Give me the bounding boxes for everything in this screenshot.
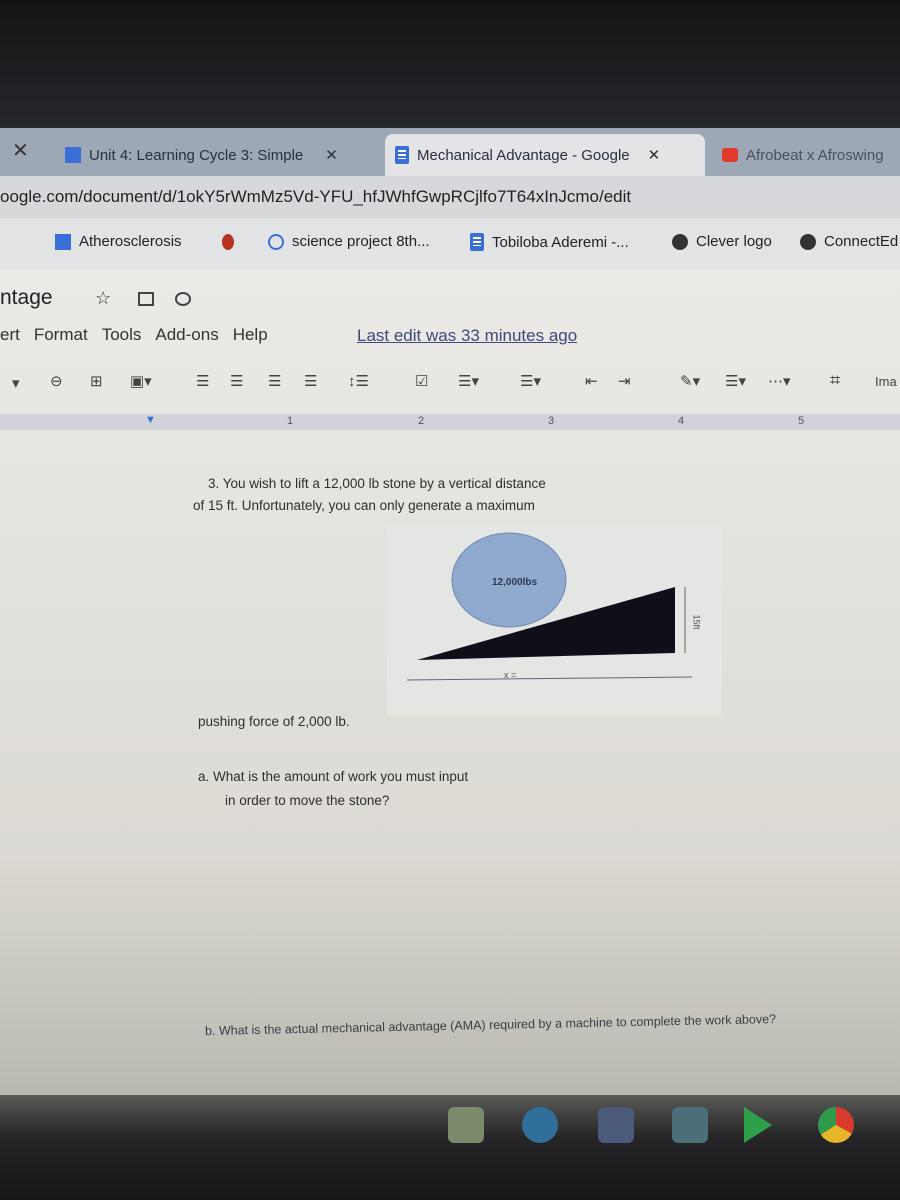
classroom-icon (55, 233, 71, 250)
numbered-list-icon[interactable]: ☰▾ (520, 372, 541, 390)
bookmark-tobiloba[interactable]: Tobiloba Aderemi -... (470, 233, 629, 251)
formatting-toolbar: ▾ ⊖ ⊞ ▣▾ ☰ ☰ ☰ ☰ ↕☰ ☑ ☰▾ ☰▾ ⇤ ⇥ ✎▾ ☰▾ ⋯▾… (0, 370, 900, 400)
indent-marker-icon[interactable]: ▼ (145, 414, 156, 426)
question-a-line-1: a. What is the amount of work you must i… (198, 769, 469, 784)
globe-icon (672, 233, 688, 250)
ruler-mark: 4 (678, 415, 685, 427)
checklist-icon[interactable]: ☑ (415, 372, 428, 390)
link-icon[interactable]: ⊖ (50, 372, 63, 390)
bookmark-label: ConnectEd (824, 233, 899, 250)
docs-icon[interactable] (672, 1107, 708, 1143)
menu-insert[interactable]: ert (0, 325, 20, 345)
bookmark-atherosclerosis[interactable]: Atherosclerosis (55, 233, 182, 250)
bookmark-label: Clever logo (696, 233, 772, 250)
bulleted-list-icon[interactable]: ☰▾ (458, 372, 479, 390)
bookmarks-bar: Atherosclerosis science project 8th... T… (0, 218, 900, 270)
bookmark-label: Tobiloba Aderemi -... (492, 233, 629, 251)
increase-indent-icon[interactable]: ⇥ (618, 372, 631, 390)
menu-tools[interactable]: Tools (102, 325, 142, 345)
tab-label: Afrobeat x Afroswing (746, 146, 884, 164)
base-dimension-line (406, 676, 693, 681)
question-3-line-3: pushing force of 2,000 lb. (198, 714, 350, 729)
base-label: x = (504, 670, 517, 680)
tab-unit4[interactable]: Unit 4: Learning Cycle 3: Simple ✕ (55, 134, 375, 176)
border-dash-icon[interactable]: ⋯▾ (768, 372, 791, 390)
justify-icon[interactable]: ☰ (304, 372, 317, 390)
inclined-plane-diagram (406, 532, 693, 681)
image-icon[interactable]: ▣▾ (130, 372, 152, 390)
bookmark-icon[interactable] (222, 234, 234, 250)
border-weight-icon[interactable]: ☰▾ (725, 372, 746, 390)
bookmark-label: science project 8th... (292, 233, 430, 250)
tab-bar: ✕ Unit 4: Learning Cycle 3: Simple ✕ Mec… (0, 128, 900, 176)
pen-icon[interactable]: ✎▾ (680, 372, 700, 390)
align-right-icon[interactable]: ☰ (268, 372, 281, 390)
comment-icon[interactable]: ⊞ (90, 372, 103, 390)
ruler[interactable]: ▼ 1 2 3 4 5 (0, 414, 900, 430)
stone-label: 12,000lbs (492, 577, 538, 588)
question-a-line-2: in order to move the stone? (225, 793, 390, 808)
taskbar (0, 1095, 900, 1200)
tab-afrobeat[interactable]: Afrobeat x Afroswing (712, 134, 900, 176)
globe-icon (800, 233, 816, 250)
ruler-mark: 3 (548, 415, 555, 427)
history-icon (268, 233, 284, 250)
close-tab-icon[interactable]: ✕ (12, 138, 29, 163)
ruler-mark: 1 (287, 415, 294, 427)
menu-format[interactable]: Format (34, 325, 88, 345)
menu-help[interactable]: Help (233, 325, 268, 345)
image-options-button[interactable]: Ima (875, 374, 897, 389)
chrome-icon[interactable] (818, 1107, 854, 1143)
tab-mechanical-advantage[interactable]: Mechanical Advantage - Google ✕ (385, 134, 705, 176)
height-label: 15ft (691, 614, 702, 630)
youtube-icon (722, 148, 738, 162)
files-icon[interactable] (598, 1107, 634, 1143)
ruler-mark: 2 (418, 415, 425, 427)
crop-icon[interactable]: ⌗ (830, 370, 840, 391)
menu-add-ons[interactable]: Add-ons (155, 325, 218, 345)
url-text: oogle.com/document/d/1okY5rWmMz5Vd-YFU_h… (0, 187, 632, 206)
decrease-indent-icon[interactable]: ⇤ (585, 372, 598, 390)
line-spacing-icon[interactable]: ↕☰ (348, 372, 369, 390)
calculator-icon[interactable] (448, 1107, 484, 1143)
chevron-down-icon[interactable]: ▾ (12, 374, 20, 392)
question-3-line-1: 3. You wish to lift a 12,000 lb stone by… (208, 476, 546, 491)
last-edit-link[interactable]: Last edit was 33 minutes ago (357, 326, 577, 346)
document-title[interactable]: ntage (0, 286, 53, 310)
tab-label: Unit 4: Learning Cycle 3: Simple (89, 146, 304, 164)
inclined-plane-figure[interactable]: 12,000lbs x = 15ft (387, 525, 722, 715)
play-store-icon[interactable] (744, 1107, 772, 1143)
docs-icon (395, 146, 409, 164)
close-icon[interactable]: ✕ (325, 146, 338, 164)
question-3-line-2: of 15 ft. Unfortunately, you can only ge… (193, 498, 535, 513)
cloud-status-icon (175, 292, 191, 306)
ruler-mark: 5 (798, 415, 805, 427)
tab-label: Mechanical Advantage - Google (417, 146, 630, 164)
align-left-icon[interactable]: ☰ (196, 372, 209, 390)
screen-bezel (0, 0, 900, 128)
classroom-icon (65, 147, 81, 163)
menu-bar: ert Format Tools Add-ons Help (0, 325, 268, 345)
address-bar[interactable]: oogle.com/document/d/1okY5rWmMz5Vd-YFU_h… (0, 176, 900, 218)
close-icon[interactable]: ✕ (648, 146, 661, 164)
star-icon[interactable]: ☆ (95, 288, 111, 309)
align-center-icon[interactable]: ☰ (230, 372, 243, 390)
bookmark-science-project[interactable]: science project 8th... (268, 233, 430, 250)
messages-icon[interactable] (522, 1107, 558, 1143)
bookmark-connected[interactable]: ConnectEd (800, 233, 898, 250)
docs-icon (470, 233, 484, 251)
bookmark-clever[interactable]: Clever logo (672, 233, 772, 250)
bookmark-label: Atherosclerosis (79, 233, 182, 250)
move-folder-icon[interactable] (138, 292, 154, 306)
